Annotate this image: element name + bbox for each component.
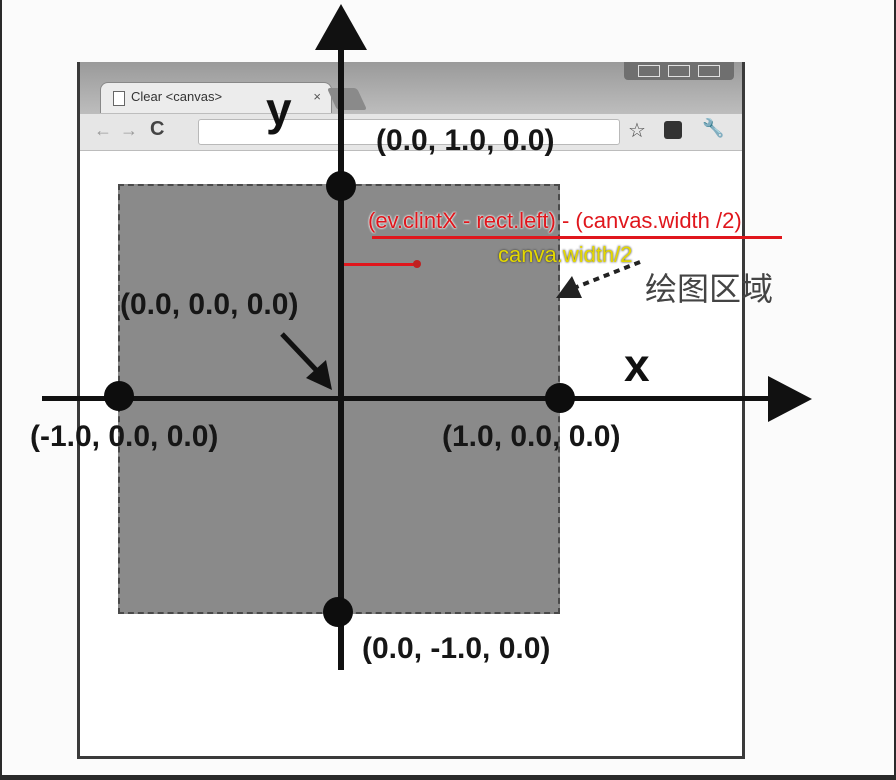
minimize-icon[interactable]	[638, 65, 660, 77]
x-axis	[42, 396, 770, 401]
browser-tab[interactable]: Clear <canvas> ×	[100, 82, 332, 113]
stage: Clear <canvas> × ← → C ☆ 🔧 y x (0.0, 1.0…	[0, 0, 896, 780]
title-bar: Clear <canvas> ×	[80, 62, 742, 114]
page-action-icon[interactable]	[664, 121, 682, 139]
tab-close-icon[interactable]: ×	[313, 89, 321, 104]
window-controls[interactable]	[624, 62, 734, 80]
formula-annotation: (ev.clintX - rect.left) - (canvas.width …	[368, 208, 742, 233]
maximize-icon[interactable]	[668, 65, 690, 77]
point-bottom-label: (0.0, -1.0, 0.0)	[362, 632, 551, 665]
reload-icon[interactable]: C	[150, 118, 164, 141]
page-icon	[113, 91, 125, 106]
wrench-icon[interactable]: 🔧	[702, 118, 724, 139]
point-right-label: (1.0, 0.0, 0.0)	[442, 420, 621, 453]
point-right-dot	[545, 383, 575, 413]
x-axis-label: x	[624, 339, 650, 391]
half-width-annotation: canva.width/2	[498, 242, 633, 267]
forward-icon[interactable]: →	[120, 120, 138, 141]
drawing-area-label: 绘图区域	[645, 270, 774, 308]
y-axis	[338, 46, 344, 670]
x-axis-arrowhead	[768, 376, 812, 422]
point-top-label: (0.0, 1.0, 0.0)	[376, 124, 555, 157]
tab-title: Clear <canvas>	[131, 89, 223, 104]
formula-underline	[372, 236, 782, 239]
point-top-dot	[326, 171, 356, 201]
half-width-endpoint	[413, 260, 421, 268]
y-axis-arrowhead	[315, 4, 367, 50]
y-axis-label: y	[266, 83, 292, 135]
back-icon[interactable]: ←	[94, 120, 112, 141]
bookmark-star-icon[interactable]: ☆	[628, 118, 646, 143]
point-left-label: (-1.0, 0.0, 0.0)	[30, 420, 219, 453]
half-width-segment	[344, 263, 416, 266]
point-bottom-dot	[323, 597, 353, 627]
point-origin-label: (0.0, 0.0, 0.0)	[120, 288, 299, 321]
close-window-icon[interactable]	[698, 65, 720, 77]
new-tab-button[interactable]	[326, 88, 368, 110]
point-left-dot	[104, 381, 134, 411]
